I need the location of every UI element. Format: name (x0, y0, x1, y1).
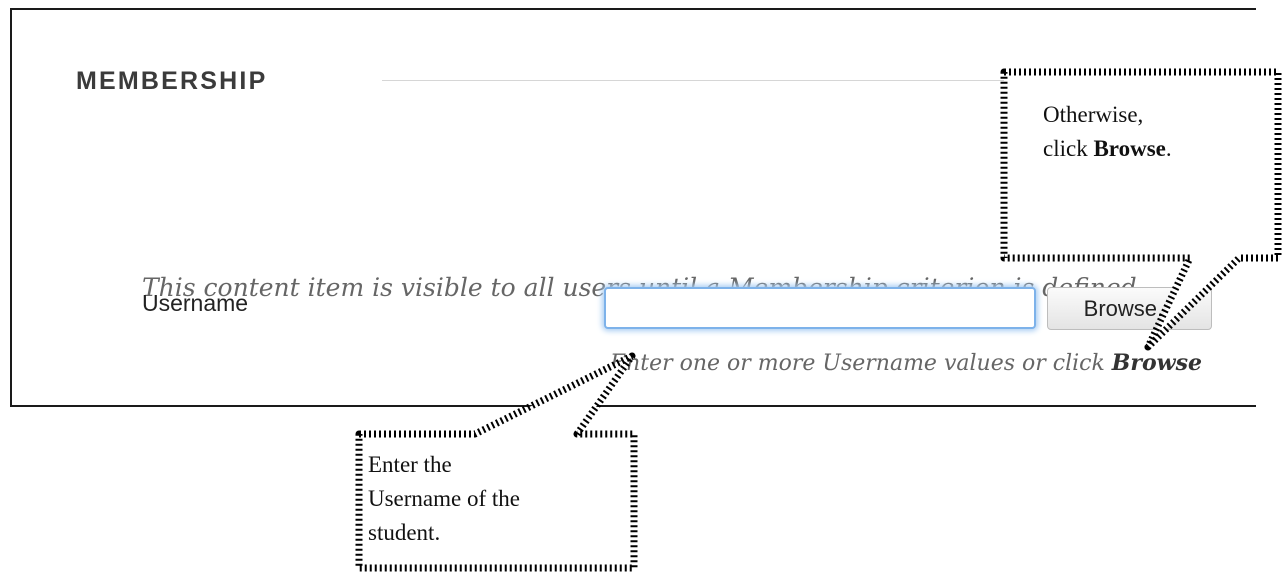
browse-button[interactable]: Browse... (1047, 287, 1212, 330)
username-callout-line1: Enter the (368, 452, 452, 477)
membership-panel: MEMBERSHIP This content item is visible … (10, 8, 1256, 407)
browse-callout-line1: Otherwise, (1043, 102, 1144, 127)
section-title: MEMBERSHIP (76, 67, 268, 95)
username-callout-line2: Username of the (368, 486, 520, 511)
browse-callout-line2: click Browse. (1043, 136, 1172, 161)
username-label: Username (142, 290, 249, 316)
username-input[interactable] (604, 287, 1036, 329)
browse-callout-text: Otherwise, click Browse. (1043, 98, 1172, 166)
help-text-browse: Browse (1111, 350, 1202, 376)
help-text-main: Enter one or more Username values or cli… (610, 351, 1112, 376)
username-callout-text: Enter the Username of the student. (368, 448, 520, 550)
username-help-text: Enter one or more Username values or cli… (610, 350, 1202, 376)
title-divider (382, 80, 1256, 81)
username-callout-line3: student. (368, 520, 441, 545)
